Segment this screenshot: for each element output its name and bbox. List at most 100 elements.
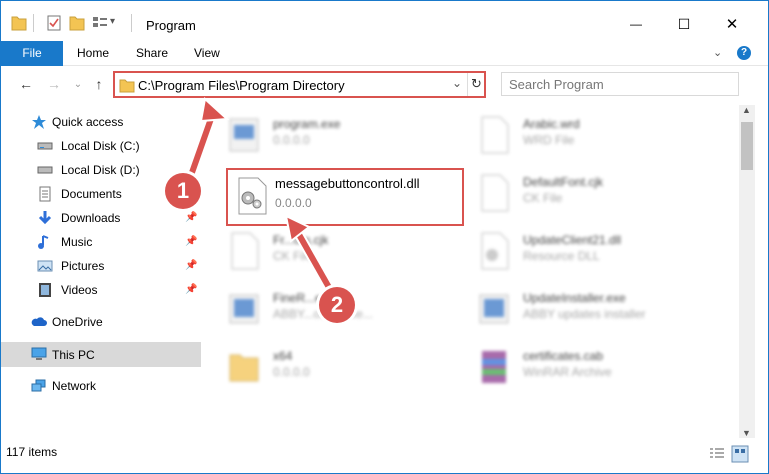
tab-file[interactable]: File: [1, 41, 63, 66]
sidebar-item-quick-access[interactable]: Quick access: [1, 111, 201, 133]
address-bar[interactable]: C:\Program Files\Program Directory ⌄ ↻: [113, 71, 486, 98]
exe-file-icon: [479, 294, 509, 324]
refresh-icon[interactable]: ↻: [471, 76, 482, 92]
folder-icon: [119, 79, 135, 93]
generic-file-icon: [481, 174, 509, 212]
file-type: ABBY updates installer: [523, 307, 646, 321]
customize-dropdown-icon[interactable]: ▾: [110, 16, 115, 27]
close-icon: ✕: [725, 16, 739, 33]
vertical-scrollbar[interactable]: ▲ ▼: [739, 105, 755, 438]
details-view-icon[interactable]: [709, 447, 725, 461]
large-icons-view-icon[interactable]: [731, 445, 749, 463]
sidebar-item-label: Videos: [61, 283, 98, 297]
help-icon[interactable]: ?: [737, 46, 751, 60]
sidebar-item-local-disk-c[interactable]: Local Disk (C:): [1, 135, 201, 157]
sidebar-item-label: Downloads: [61, 211, 121, 225]
folder-icon: [11, 16, 27, 31]
minimize-icon: —: [630, 17, 642, 31]
file-name: messagebuttoncontrol.dll: [275, 176, 420, 191]
close-button[interactable]: ✕: [709, 9, 755, 39]
step-2-badge: 2: [319, 287, 355, 323]
scroll-up-icon[interactable]: ▲: [742, 105, 751, 115]
file-type: WRD File: [523, 133, 575, 147]
file-name: UpdateClient21.dll: [523, 233, 622, 247]
minimize-button[interactable]: —: [613, 9, 659, 39]
forward-arrow-icon: →: [47, 76, 61, 92]
file-explorer-window: ▾ Program — ☐ ✕ File Home Share View ⌄ ?…: [0, 0, 769, 474]
window-title: Program: [146, 18, 196, 33]
file-name: certificates.cab: [523, 349, 604, 363]
file-item[interactable]: UpdateClient21.dll Resource DLL: [456, 227, 696, 281]
sidebar-item-label: Music: [61, 235, 93, 249]
pin-icon: 📌: [185, 260, 198, 271]
pin-icon: 📌: [185, 284, 198, 295]
videos-icon: [39, 283, 51, 297]
sidebar-item-network[interactable]: Network: [1, 375, 201, 397]
navigation-bar: ← → ⌄ ↑ C:\Program Files\Program Directo…: [1, 67, 768, 103]
scroll-down-icon[interactable]: ▼: [742, 428, 751, 438]
sidebar-item-label: Local Disk (D:): [61, 163, 140, 177]
generic-file-icon: [481, 116, 509, 154]
file-type: Resource DLL: [523, 249, 600, 263]
forward-button[interactable]: →: [45, 75, 63, 93]
properties-icon[interactable]: [46, 14, 62, 32]
tab-share[interactable]: Share: [136, 41, 168, 66]
up-arrow-icon: ↑: [95, 76, 103, 92]
back-button[interactable]: ←: [17, 75, 35, 93]
file-type: 0.0.0.0: [273, 133, 310, 147]
ribbon-tabs: File Home Share View ⌄ ?: [1, 41, 768, 66]
exe-file-icon: [229, 294, 259, 324]
file-name: UpdateInstaller.exe: [523, 291, 626, 305]
file-type: CK File: [273, 249, 313, 263]
step-1-badge: 1: [165, 173, 201, 209]
cloud-icon: [31, 317, 47, 326]
up-button[interactable]: ↑: [90, 75, 108, 93]
maximize-button[interactable]: ☐: [661, 9, 707, 39]
file-name: Arabic.wrd: [523, 117, 580, 131]
music-icon: [38, 235, 49, 249]
search-input[interactable]: Search Program: [501, 72, 739, 96]
file-name: DefaultFont.cjk: [523, 175, 604, 189]
sidebar-item-downloads[interactable]: Downloads 📌: [1, 207, 201, 229]
file-item[interactable]: Arabic.wrd WRD File: [456, 111, 696, 165]
tab-home[interactable]: Home: [77, 41, 109, 66]
sidebar-item-pictures[interactable]: Pictures 📌: [1, 255, 201, 277]
exe-file-icon: [229, 118, 259, 152]
back-arrow-icon: ←: [19, 76, 33, 92]
archive-file-icon: [482, 351, 506, 383]
drive-icon: [37, 166, 53, 174]
file-item[interactable]: UpdateInstaller.exe ABBY updates install…: [456, 285, 696, 339]
file-type: 0.0.0.0: [275, 196, 312, 210]
scrollbar-thumb[interactable]: [741, 122, 753, 170]
sidebar-item-this-pc[interactable]: This PC: [1, 342, 201, 367]
sidebar-item-videos[interactable]: Videos 📌: [1, 279, 201, 301]
file-item[interactable]: x64 0.0.0.0: [206, 343, 446, 397]
drive-icon: [37, 142, 53, 150]
recent-locations-button[interactable]: ⌄: [69, 75, 87, 93]
sidebar-item-label: Documents: [61, 187, 122, 201]
file-name: FineR...e: [273, 291, 322, 305]
customize-toolbar-icon[interactable]: [91, 14, 109, 32]
status-bar: 117 items: [1, 441, 768, 473]
file-name: Fr...om.cjk: [273, 233, 329, 247]
sidebar-item-onedrive[interactable]: OneDrive: [1, 311, 201, 333]
address-dropdown-icon[interactable]: ⌄: [452, 76, 462, 90]
file-item[interactable]: program.exe 0.0.0.0: [206, 111, 446, 165]
file-item[interactable]: Fr...om.cjk CK File: [206, 227, 446, 281]
ribbon-expand-icon[interactable]: ⌄: [713, 46, 722, 59]
file-type: CK File: [523, 191, 563, 205]
address-path: C:\Program Files\Program Directory: [138, 78, 345, 93]
file-type: WinRAR Archive: [523, 365, 612, 379]
sidebar-item-music[interactable]: Music 📌: [1, 231, 201, 253]
file-name: x64: [273, 349, 293, 363]
file-item-highlighted[interactable]: messagebuttoncontrol.dll 0.0.0.0: [226, 168, 464, 226]
dll-file-icon: [238, 177, 267, 215]
file-item[interactable]: DefaultFont.cjk CK File: [456, 169, 696, 223]
star-icon: [32, 115, 46, 129]
file-item[interactable]: certificates.cab WinRAR Archive: [456, 343, 696, 397]
computer-icon: [31, 347, 47, 360]
download-icon: [38, 211, 52, 225]
tab-view[interactable]: View: [194, 41, 220, 66]
new-folder-icon[interactable]: [69, 14, 85, 32]
generic-file-icon: [231, 232, 259, 270]
